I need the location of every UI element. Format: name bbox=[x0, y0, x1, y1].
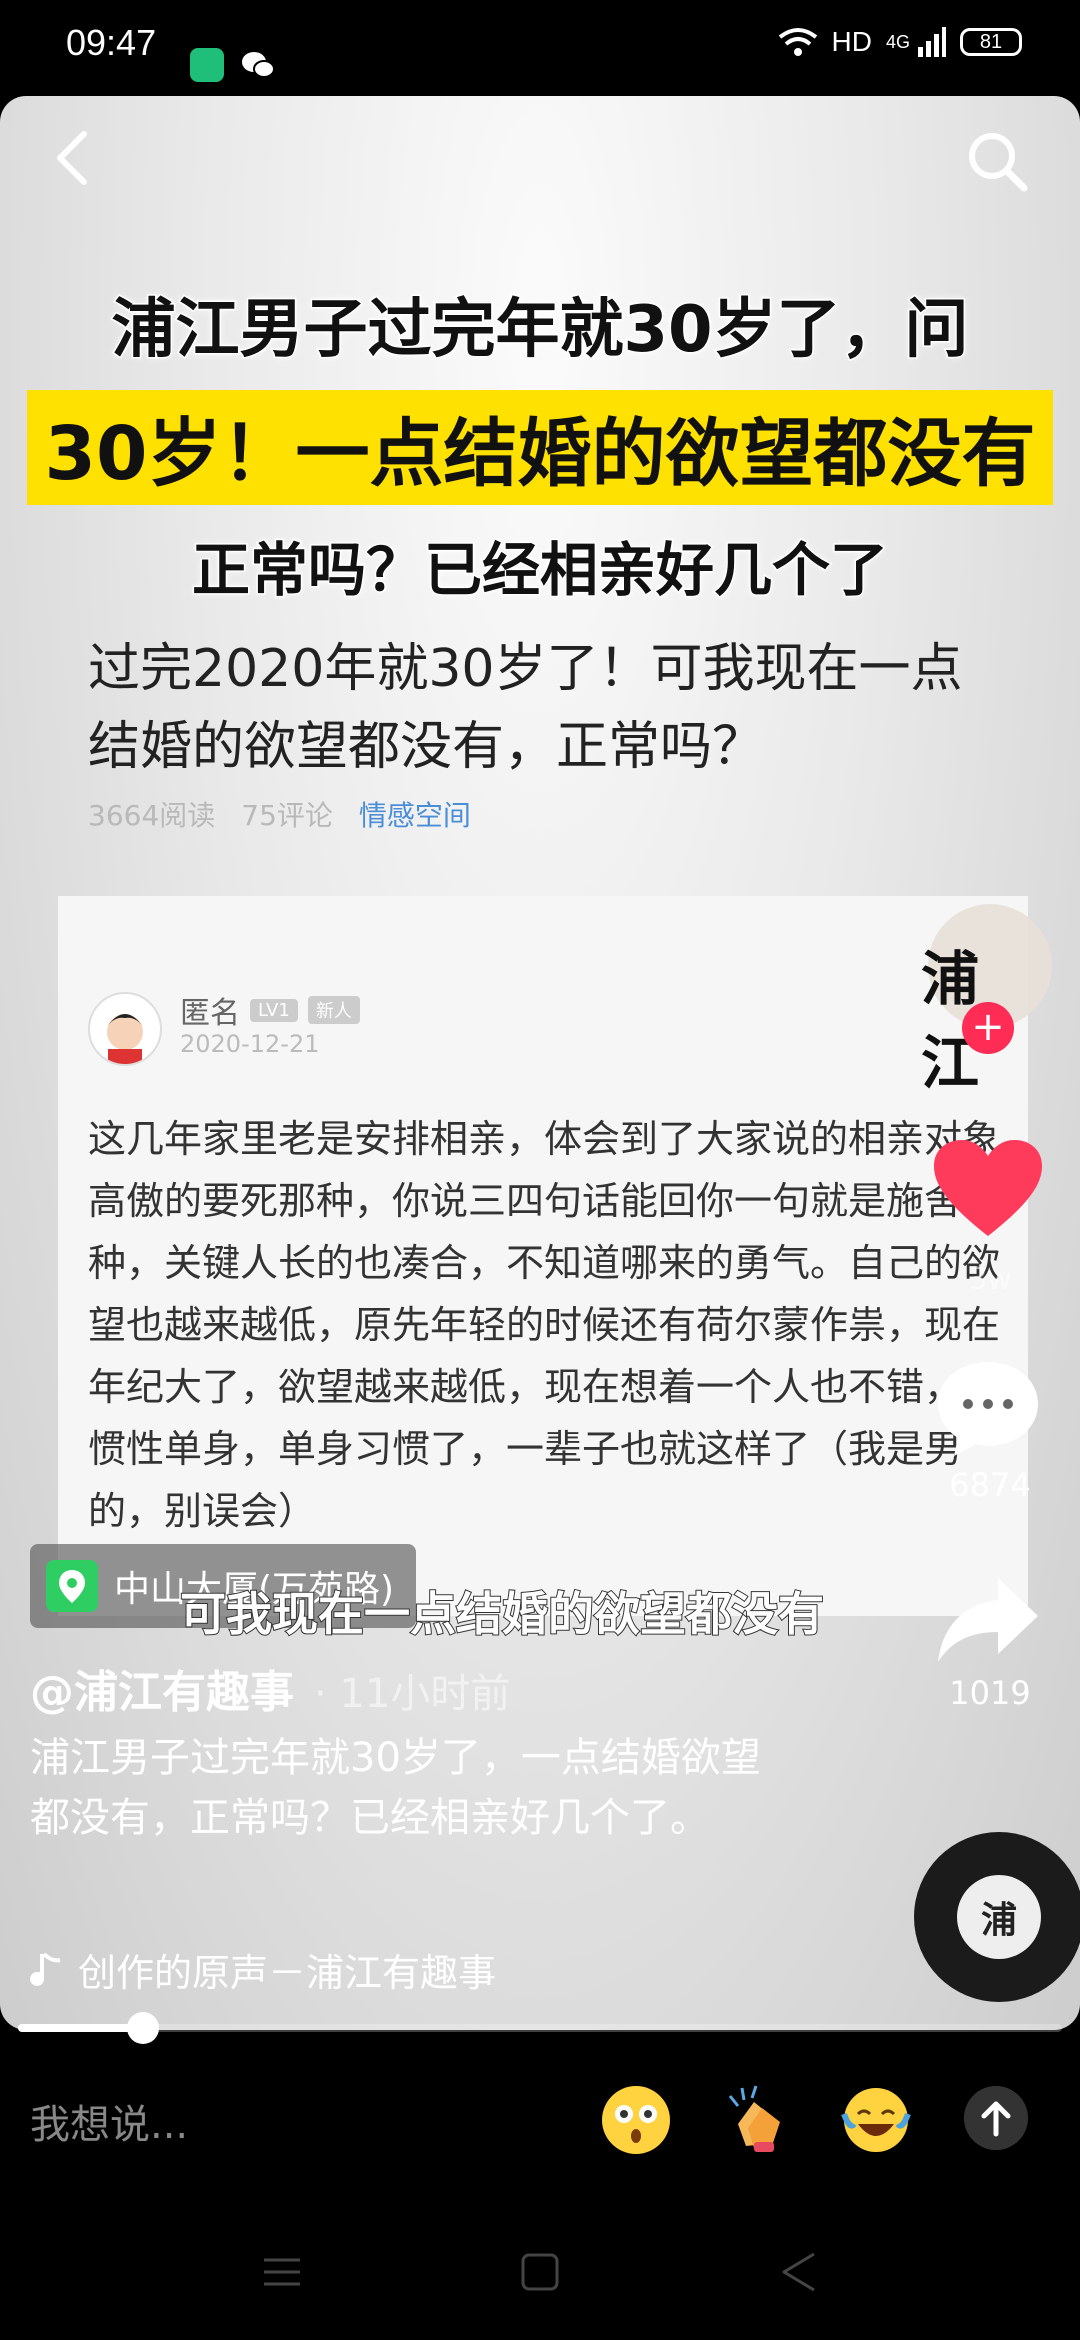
post-tag: 情感空间 bbox=[358, 799, 471, 832]
app-notification-icon bbox=[190, 48, 224, 82]
video-description[interactable]: 浦江男子过完年就30岁了，一点结婚欲望都没有，正常吗？已经相亲好几个了。 bbox=[30, 1728, 770, 1848]
disc-cover: 浦 bbox=[957, 1875, 1041, 1959]
status-time: 09:47 bbox=[66, 22, 157, 63]
wechat-icon bbox=[242, 52, 275, 78]
headline-line-1: 浦江男子过完年就30岁了，问 bbox=[110, 292, 970, 369]
account-handle[interactable]: @浦江有趣事 bbox=[30, 1656, 294, 1720]
progress-fill bbox=[18, 2024, 144, 2032]
music-info[interactable]: 创作的原声－浦江有趣事 bbox=[30, 1942, 496, 1997]
music-disc[interactable]: 浦 bbox=[914, 1832, 1080, 2002]
comment-count-meta: 75评论 bbox=[241, 799, 333, 832]
headline-highlight: 30岁！一点结婚的欲望都没有 bbox=[26, 390, 1054, 505]
video-progress[interactable] bbox=[18, 2012, 1062, 2044]
menu-icon[interactable] bbox=[262, 2256, 302, 2288]
comment-bar: 我想说... bbox=[0, 2062, 1080, 2182]
post-meta: 3664阅读 75评论 情感空间 bbox=[88, 794, 471, 834]
laughing-emoji-icon[interactable] bbox=[840, 2084, 912, 2156]
newbie-badge: 新人 bbox=[307, 996, 360, 1024]
back-icon[interactable] bbox=[44, 126, 108, 190]
signal-label: 4G bbox=[885, 31, 910, 52]
comment-count: 6874 bbox=[949, 1466, 1031, 1504]
progress-knob[interactable] bbox=[127, 2012, 160, 2044]
post-time: · 11小时前 bbox=[314, 1671, 511, 1717]
video-subtitle: 可我现在一点结婚的欲望都没有 bbox=[179, 1586, 825, 1642]
system-nav-bar bbox=[0, 2190, 1080, 2340]
post-title: 过完2020年就30岁了！可我现在一点结婚的欲望都没有，正常吗？ bbox=[88, 639, 963, 777]
battery-icon: 81 bbox=[960, 28, 1022, 56]
comment-input[interactable]: 我想说... bbox=[30, 2092, 188, 2150]
author-avatar bbox=[88, 992, 162, 1066]
video-player[interactable]: 浦江男子过完年就30岁了，问 30岁！一点结婚的欲望都没有 正常吗？已经相亲好几… bbox=[0, 96, 1080, 2030]
read-count: 3664阅读 bbox=[88, 799, 216, 832]
music-note-icon bbox=[30, 1952, 61, 1986]
follow-button[interactable]: + bbox=[962, 1002, 1014, 1054]
author-name: 匿名 bbox=[180, 996, 240, 1031]
status-right: HD 4G 81 bbox=[778, 26, 1022, 58]
back-triangle-icon[interactable] bbox=[778, 2250, 818, 2294]
comment-icon[interactable] bbox=[932, 1356, 1044, 1460]
author-line: 匿名 LV1 新人 bbox=[180, 988, 360, 1032]
network-label: HD bbox=[831, 26, 872, 57]
share-icon[interactable] bbox=[932, 1570, 1044, 1670]
level-badge: LV1 bbox=[250, 998, 298, 1022]
like-count: 3w bbox=[968, 1262, 1012, 1297]
share-count: 1019 bbox=[949, 1674, 1031, 1712]
signal-icon bbox=[918, 27, 946, 57]
post-body: 这几年家里老是安排相亲，体会到了大家说的相亲对象高傲的要死那种，你说三四句话能回… bbox=[88, 1117, 1001, 1533]
post-card: 匿名 LV1 新人 2020-12-21 这几年家里老是安排相亲，体会到了大家说… bbox=[58, 896, 1028, 1616]
music-title: 创作的原声－浦江有趣事 bbox=[78, 1951, 497, 1995]
home-icon[interactable] bbox=[520, 2252, 560, 2292]
search-icon[interactable] bbox=[962, 126, 1032, 196]
headline-line-3: 正常吗？已经相亲好几个了 bbox=[190, 535, 889, 606]
send-icon[interactable] bbox=[964, 2086, 1028, 2150]
wifi-icon bbox=[778, 28, 817, 56]
location-pin-icon bbox=[46, 1560, 98, 1612]
headline-line-2: 30岁！一点结婚的欲望都没有 bbox=[44, 411, 1036, 497]
status-bar: 09:47 HD 4G 81 bbox=[0, 0, 1080, 96]
headline: 浦江男子过完年就30岁了，问 30岁！一点结婚的欲望都没有 正常吗？已经相亲好几… bbox=[0, 278, 1080, 607]
post-date: 2020-12-21 bbox=[180, 1030, 320, 1058]
shocked-emoji-icon[interactable] bbox=[600, 2084, 672, 2156]
heart-icon[interactable] bbox=[930, 1136, 1046, 1242]
account-line: @浦江有趣事 · 11小时前 bbox=[30, 1656, 510, 1720]
clapping-emoji-icon[interactable] bbox=[720, 2084, 792, 2156]
